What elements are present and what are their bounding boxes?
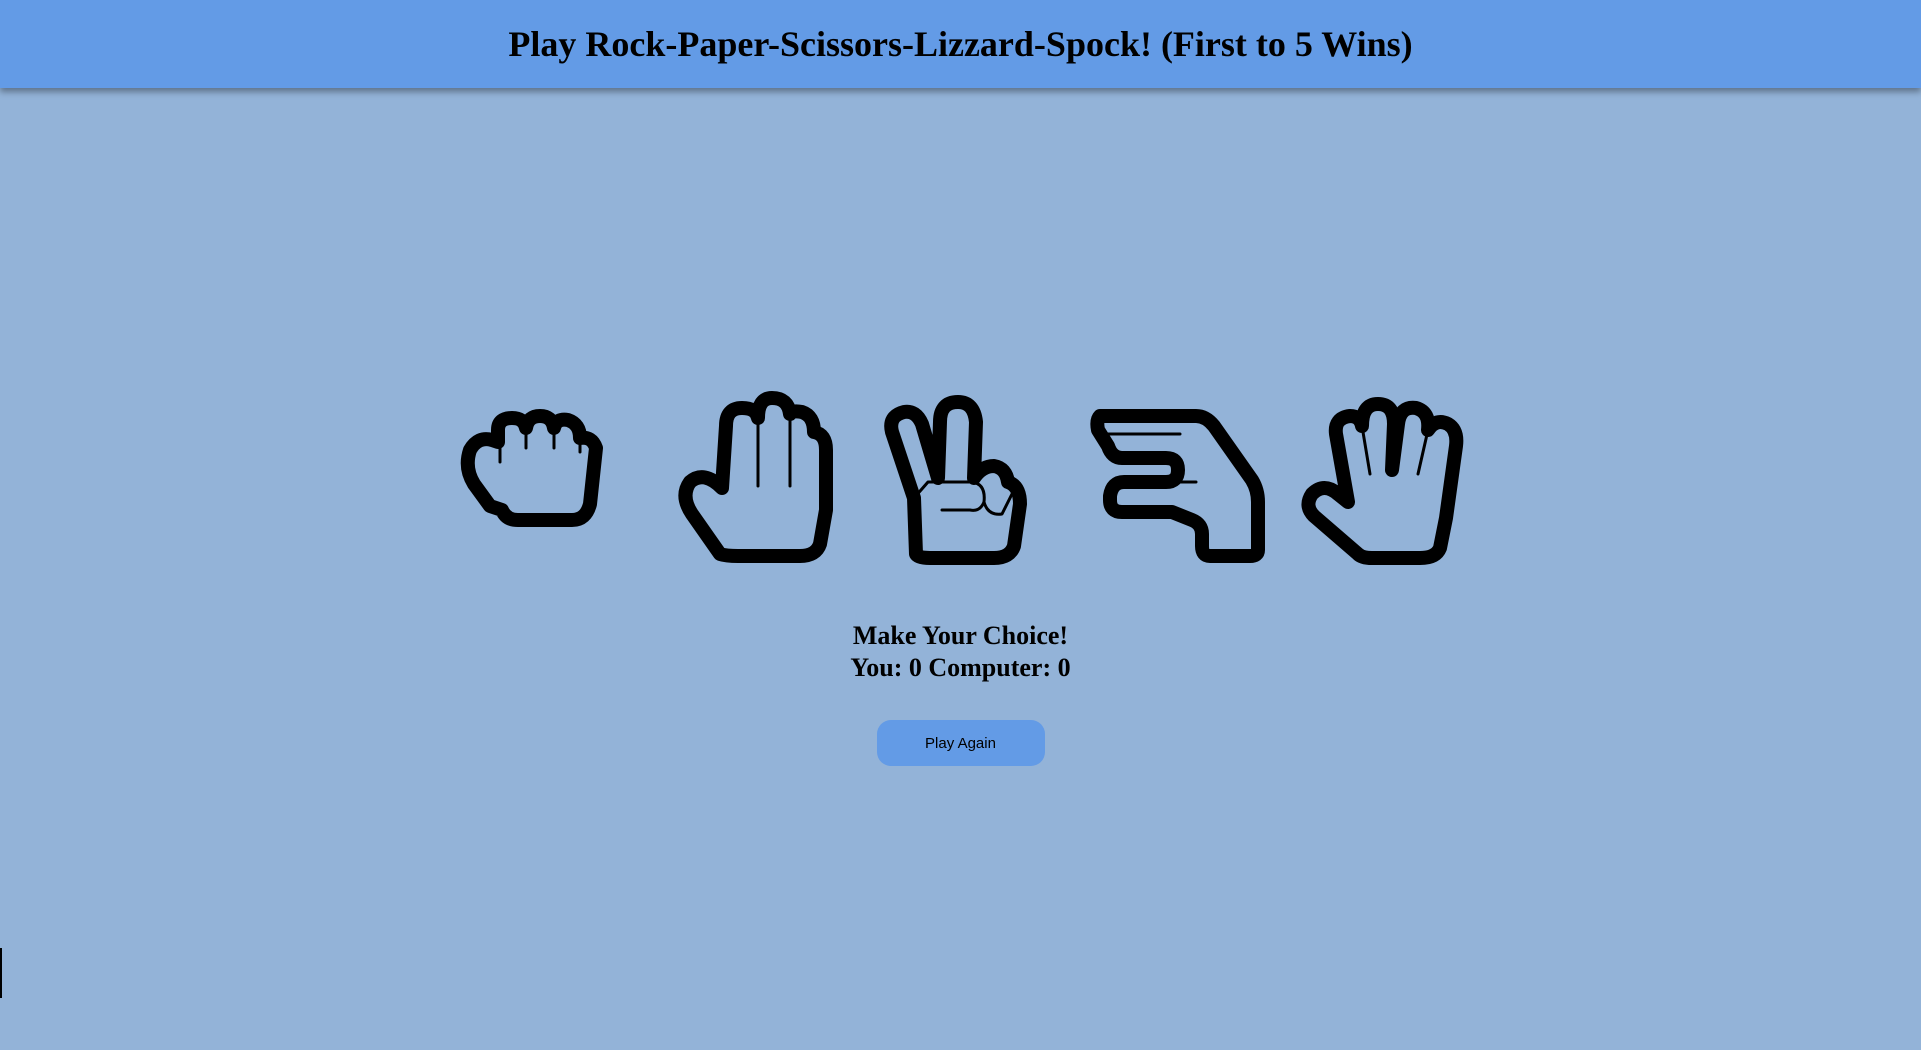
- game-status: Make Your Choice! You: 0 Computer: 0: [0, 620, 1921, 684]
- play-again-button[interactable]: Play Again: [876, 720, 1045, 766]
- status-message: Make Your Choice!: [852, 621, 1069, 650]
- button-row: Play Again: [0, 720, 1921, 766]
- choice-row: [0, 386, 1921, 566]
- lizard-hand-icon: [1089, 409, 1265, 563]
- lizard-choice[interactable]: [1086, 386, 1265, 566]
- spock-hand-icon: [1301, 397, 1463, 565]
- rock-choice[interactable]: [456, 386, 626, 566]
- paper-hand-icon: [678, 391, 833, 563]
- page-header: Play Rock-Paper-Scissors-Lizzard-Spock! …: [0, 0, 1921, 88]
- spock-choice[interactable]: [1296, 386, 1466, 566]
- score-display: You: 0 Computer: 0: [850, 653, 1071, 682]
- page-title: Play Rock-Paper-Scissors-Lizzard-Spock! …: [508, 24, 1413, 64]
- scissors-hand-icon: [883, 395, 1027, 565]
- cursor-mark: [0, 948, 2, 998]
- scissors-choice[interactable]: [876, 386, 1046, 566]
- paper-choice[interactable]: [666, 386, 836, 566]
- rock-hand-icon: [460, 409, 603, 527]
